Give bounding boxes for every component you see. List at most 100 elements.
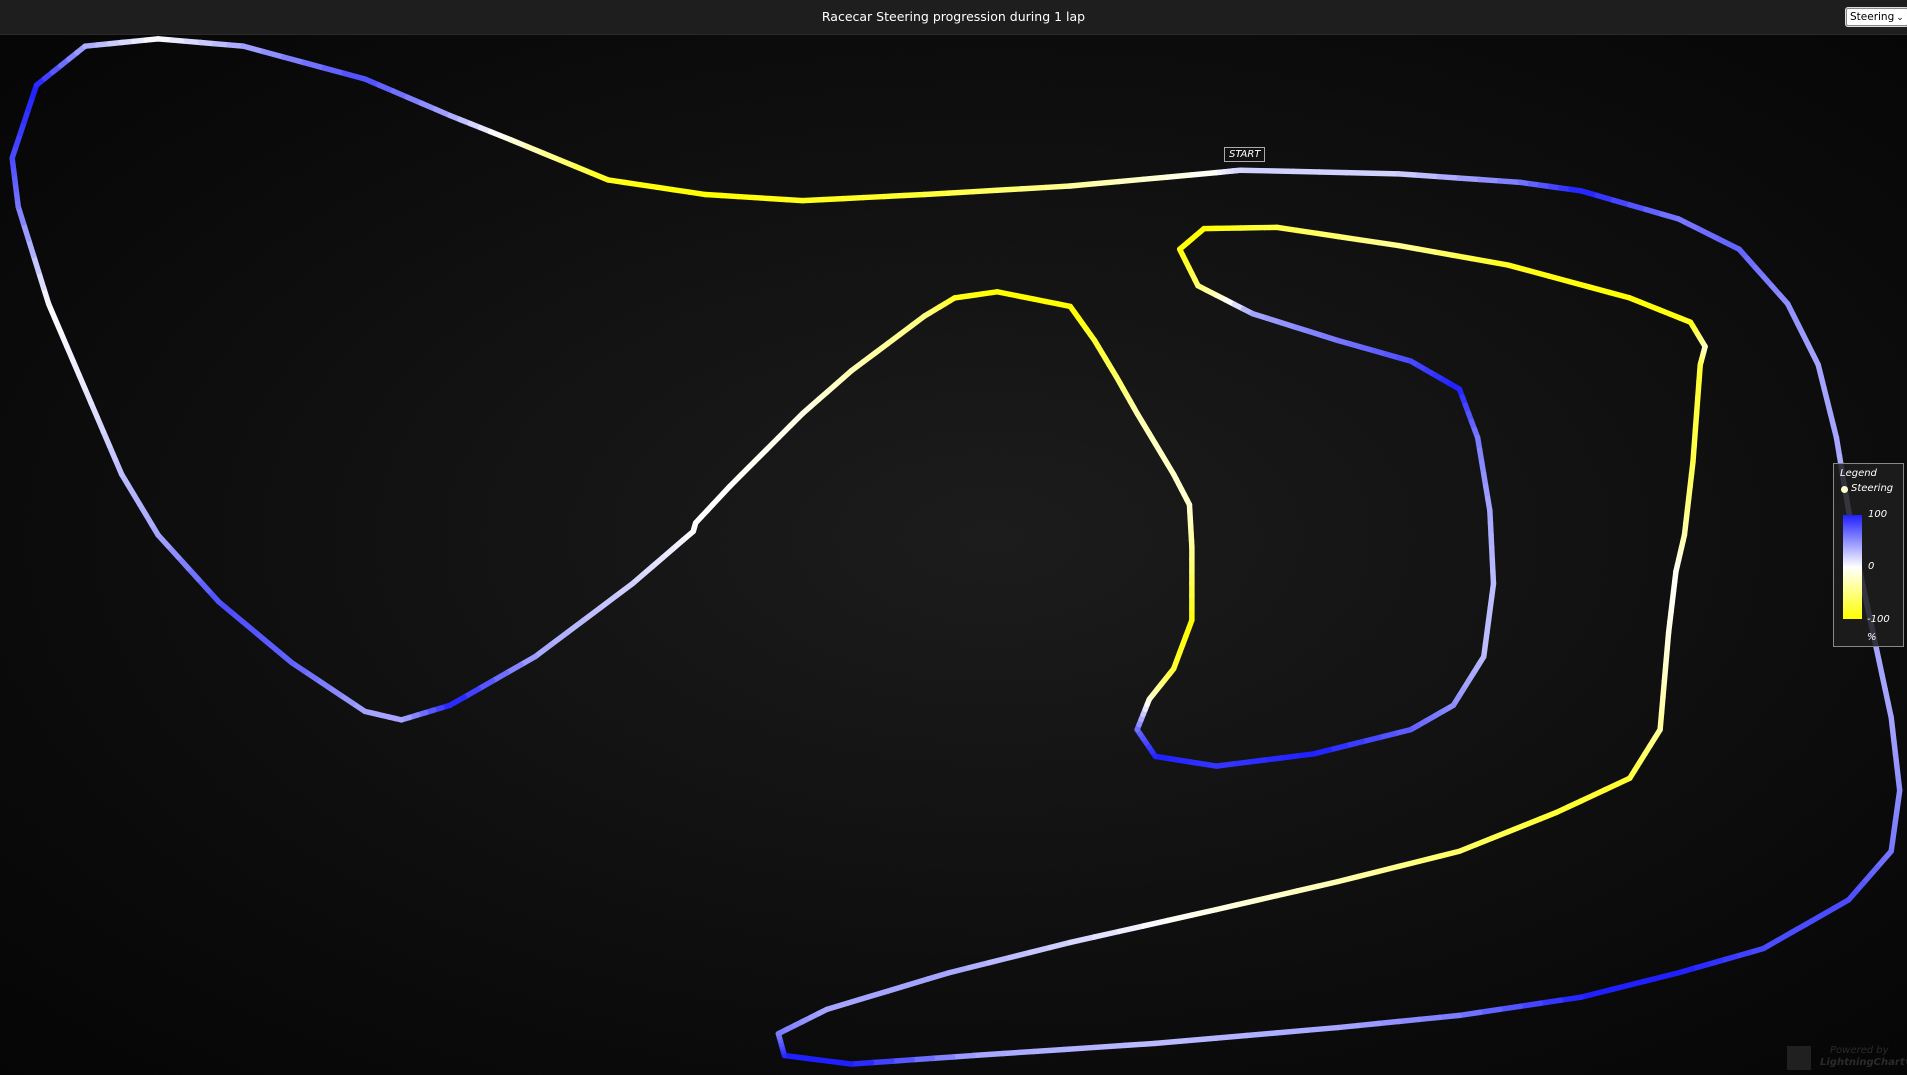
track-segment [970, 1050, 1007, 1059]
track-segment [1545, 273, 1572, 285]
series-select-dropdown[interactable]: Steering ⌄ [1846, 8, 1907, 26]
legend-series-name[interactable]: Steering [1851, 483, 1893, 494]
track-segment [581, 605, 603, 623]
track-segment [966, 959, 992, 971]
track-segment [260, 48, 287, 60]
track-segment [1497, 1003, 1523, 1013]
track-segment [1436, 173, 1463, 181]
track-segment [1140, 917, 1171, 929]
track-segment [1432, 249, 1457, 259]
track-segment [1000, 1048, 1037, 1057]
track-segment [909, 1055, 936, 1063]
track-segment [1436, 848, 1463, 860]
track-segment [1183, 1035, 1219, 1044]
scale-mid-label: 0 [1868, 561, 1875, 572]
track-segment [1525, 267, 1552, 279]
track-segment [548, 629, 571, 648]
track-segment [1274, 224, 1301, 234]
track-segment [945, 965, 972, 976]
track-segment [1343, 169, 1376, 176]
track-segment [1586, 284, 1613, 296]
track-segment [1505, 262, 1532, 274]
scale-max-label: 100 [1868, 509, 1888, 520]
watermark-line2: LightningChart® [1820, 1057, 1907, 1068]
track-segment [1314, 230, 1341, 240]
track-segment [1456, 175, 1483, 183]
track-segment [824, 1000, 851, 1013]
track-segment [1264, 168, 1296, 175]
track-segment [1537, 997, 1564, 1006]
track-segment [1476, 1006, 1503, 1016]
track-segment [281, 54, 307, 66]
track-segment [1456, 1009, 1483, 1019]
track-segment [1290, 168, 1323, 175]
track-segment [1566, 278, 1592, 290]
track-segment [1213, 902, 1240, 913]
legend-title: Legend [1840, 468, 1877, 479]
track-segment [321, 65, 348, 77]
track-segment [1091, 178, 1122, 187]
track-segment [1375, 239, 1402, 249]
track-segment [301, 59, 328, 71]
track-segment [949, 1052, 976, 1060]
track-segment [240, 43, 267, 55]
track-segment [1043, 183, 1073, 191]
scale-min-label: -100 [1867, 614, 1890, 625]
title-bar: Racecar Steering progression during 1 la… [0, 0, 1907, 35]
track-segment [921, 190, 952, 198]
color-scale-bar [1843, 515, 1862, 619]
track-segment [1375, 1018, 1402, 1027]
track-segment [1152, 1038, 1189, 1047]
track-segment [1314, 878, 1341, 890]
track-segment [994, 186, 1025, 194]
track-segment [1468, 255, 1493, 265]
track-segment [1031, 1046, 1067, 1055]
track-segment [901, 191, 928, 199]
track-segment [1395, 242, 1420, 252]
track-segment [1497, 178, 1523, 186]
track-segment [1833, 435, 1843, 459]
track-segment [881, 192, 907, 200]
track-segment [925, 970, 952, 982]
scale-unit-label: % [1867, 632, 1877, 643]
track-segment [1274, 888, 1301, 899]
track-segment [1213, 1032, 1250, 1041]
track-segment [864, 988, 891, 1000]
track-segment [1189, 169, 1219, 178]
series-dot-icon [1841, 486, 1848, 493]
track-segment [1091, 928, 1122, 940]
track-segment [564, 617, 587, 636]
track-segment [1395, 1016, 1422, 1025]
track-segment [1294, 227, 1321, 237]
track-segment [1233, 897, 1260, 908]
track-segment [341, 70, 368, 82]
track-segment [868, 1058, 895, 1066]
track-segment [1061, 1044, 1098, 1053]
track-segment [1316, 169, 1349, 176]
track-segment [1189, 906, 1219, 918]
track-segment [929, 1054, 956, 1062]
track-segment [1436, 1012, 1463, 1021]
track-segment [1335, 873, 1361, 885]
track-segment [1355, 1020, 1382, 1029]
lightningchart-logo-icon [1787, 1046, 1811, 1070]
track-segment [1355, 868, 1382, 880]
track-segment [1335, 233, 1361, 243]
chart-title: Racecar Steering progression during 1 la… [821, 9, 1086, 24]
track-segment [986, 954, 1013, 966]
track-segment [1018, 184, 1049, 192]
track-segment [840, 194, 867, 202]
track-segment [1416, 853, 1442, 865]
track-segment [1091, 1042, 1128, 1051]
track-segment [1116, 923, 1146, 935]
track-segment [1140, 174, 1171, 183]
track-segment [1487, 259, 1511, 268]
track-segment [1355, 236, 1382, 246]
track-segment [905, 976, 932, 988]
track-segment [532, 641, 555, 660]
track-segment [848, 1059, 875, 1067]
track-segment [1122, 1040, 1159, 1049]
track-segment [844, 994, 871, 1006]
track-segment [1395, 858, 1422, 870]
track-plot [9, 36, 1903, 1067]
